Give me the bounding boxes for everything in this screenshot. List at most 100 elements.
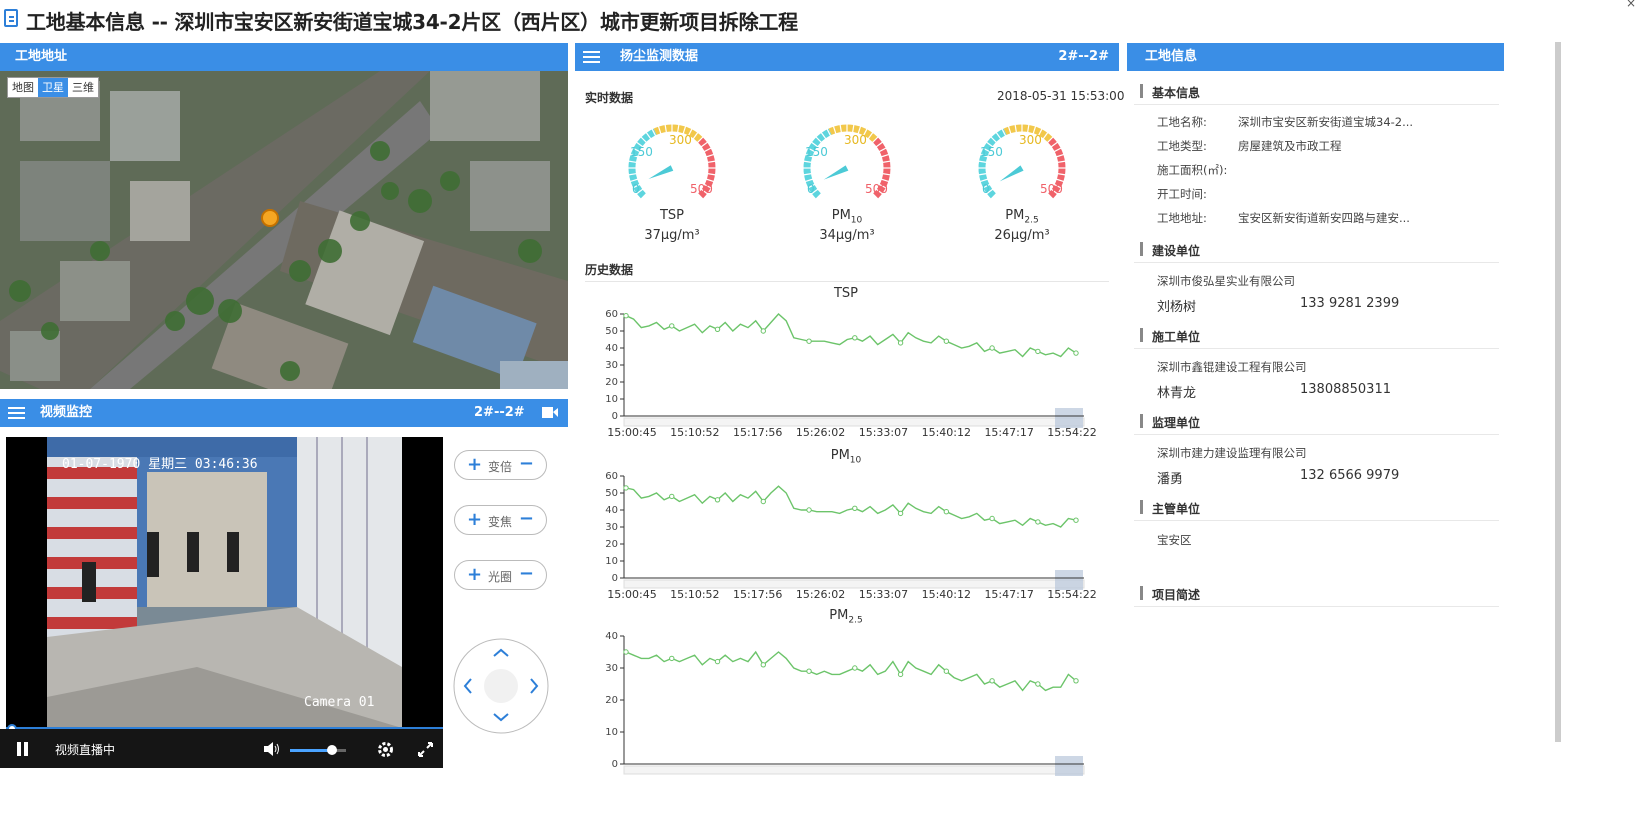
section-marker	[1140, 500, 1143, 514]
data-point[interactable]	[669, 493, 675, 500]
builder-phone: 133 9281 2399	[1300, 296, 1400, 311]
map-panel-title: 工地地址	[15, 49, 68, 64]
zoom-in-button[interactable]: +	[467, 454, 482, 475]
map-tab-satellite[interactable]: 卫星	[38, 78, 68, 97]
divider	[1134, 434, 1499, 435]
data-point[interactable]	[760, 328, 766, 334]
focus-out-button[interactable]: −	[519, 508, 534, 529]
video-player[interactable]: 01-07-1970 星期三 03:46:36 Camera 01	[6, 437, 443, 768]
data-point[interactable]	[714, 658, 721, 665]
data-point[interactable]	[852, 505, 858, 511]
y-tick-label: 40	[605, 505, 618, 516]
data-point[interactable]	[714, 326, 721, 332]
zoom-out-button[interactable]: −	[519, 453, 534, 474]
data-point[interactable]	[1035, 519, 1041, 525]
info-field-label: 施工面积(㎡):	[1157, 163, 1228, 177]
x-tick-label: 15:40:12	[922, 426, 971, 439]
data-point[interactable]	[943, 338, 950, 344]
data-point[interactable]	[760, 498, 766, 505]
data-point[interactable]	[897, 671, 904, 678]
map-tab-map[interactable]: 地图	[8, 78, 38, 97]
data-point[interactable]	[989, 515, 995, 522]
section-marker	[1140, 414, 1143, 428]
basic-info-heading: 基本信息	[1152, 86, 1201, 100]
x-tick-label: 15:26:02	[796, 426, 845, 439]
satellite-map[interactable]	[0, 71, 568, 389]
data-point[interactable]	[1073, 678, 1079, 684]
data-point[interactable]	[806, 668, 812, 674]
osd-camera-label: Camera 01	[304, 695, 375, 710]
iris-close-button[interactable]: −	[519, 563, 534, 584]
page-title: 工地基本信息 -- 深圳市宝安区新安街道宝城34-2片区（西片区）城市更新项目拆…	[26, 10, 798, 34]
data-point[interactable]	[943, 668, 950, 674]
data-point[interactable]	[1035, 681, 1041, 687]
zoom-window[interactable]	[1055, 570, 1083, 590]
data-point[interactable]	[669, 323, 675, 329]
satellite-image	[0, 71, 568, 389]
zoom-slider-track[interactable]	[623, 417, 1085, 427]
scrollbar[interactable]	[1555, 42, 1561, 742]
pause-icon[interactable]	[17, 742, 21, 756]
info-panel-title: 工地信息	[1145, 49, 1198, 64]
gauge-tick-label: 500	[690, 182, 713, 196]
volume-slider[interactable]	[290, 745, 346, 755]
authority-heading: 主管单位	[1152, 502, 1201, 516]
ptz-direction-pad[interactable]	[452, 637, 550, 735]
menu-icon[interactable]	[8, 407, 25, 409]
fullscreen-icon[interactable]	[418, 742, 433, 757]
zoom-window[interactable]	[1055, 756, 1083, 776]
x-tick-label: 15:47:17	[984, 426, 1033, 439]
gauge-pollutant-label: TSP	[659, 208, 685, 223]
chart-title: PM10	[830, 448, 862, 466]
menu-icon[interactable]	[583, 51, 600, 53]
data-point[interactable]	[989, 678, 995, 684]
data-point[interactable]	[897, 510, 904, 517]
close-icon[interactable]: ×	[1626, 0, 1636, 10]
data-point[interactable]	[714, 497, 721, 503]
data-point[interactable]	[1073, 517, 1079, 523]
data-point[interactable]	[989, 345, 995, 351]
gauge-tick-label: 150	[630, 145, 653, 159]
data-point[interactable]	[897, 340, 904, 346]
iris-control: + 光圈 −	[454, 560, 547, 590]
iris-open-button[interactable]: +	[467, 564, 482, 585]
data-point[interactable]	[852, 665, 858, 671]
divider	[1134, 104, 1499, 105]
focus-in-button[interactable]: +	[467, 509, 482, 530]
supervisor-phone: 132 6566 9979	[1300, 468, 1400, 483]
section-marker	[1140, 84, 1143, 98]
video-scene	[47, 437, 402, 728]
builder-heading: 建设单位	[1152, 244, 1201, 258]
site-marker-icon[interactable]	[261, 209, 279, 227]
data-point[interactable]	[760, 662, 766, 668]
x-tick-label: 15:00:45	[607, 588, 656, 601]
document-icon	[4, 9, 18, 27]
gauge-pollutant-label: PM2.5	[1005, 208, 1039, 226]
map-tab-3d[interactable]: 三维	[68, 78, 98, 97]
video-panel-header: 视频监控 2#--2#	[0, 399, 568, 427]
data-point[interactable]	[623, 313, 629, 319]
data-point[interactable]	[806, 338, 812, 344]
x-tick-label: 15:00:45	[607, 426, 656, 439]
dust-device-id: 2#--2#	[1058, 49, 1109, 64]
x-tick-label: 15:47:17	[984, 774, 1033, 776]
zoom-slider-track[interactable]	[623, 765, 1085, 775]
x-tick-label: 15:40:12	[922, 588, 971, 601]
data-point[interactable]	[623, 485, 629, 491]
data-point[interactable]	[943, 509, 950, 515]
zoom-window[interactable]	[1055, 408, 1083, 428]
data-point[interactable]	[669, 655, 675, 662]
data-point[interactable]	[1035, 348, 1041, 355]
data-point[interactable]	[1073, 350, 1079, 356]
info-field-value: 深圳市宝安区新安街道宝城34-2...	[1238, 115, 1414, 129]
data-point[interactable]	[806, 507, 812, 513]
volume-icon[interactable]	[264, 742, 280, 756]
settings-gear-icon[interactable]	[377, 741, 394, 758]
info-field-label: 开工时间:	[1157, 187, 1207, 201]
camera-icon[interactable]	[542, 407, 558, 418]
data-point[interactable]	[623, 649, 629, 655]
data-point[interactable]	[852, 335, 858, 341]
zoom-slider-track[interactable]	[623, 579, 1085, 589]
info-field-value: 宝安区新安街道新安四路与建安...	[1238, 211, 1410, 225]
volume-handle[interactable]	[327, 745, 337, 755]
